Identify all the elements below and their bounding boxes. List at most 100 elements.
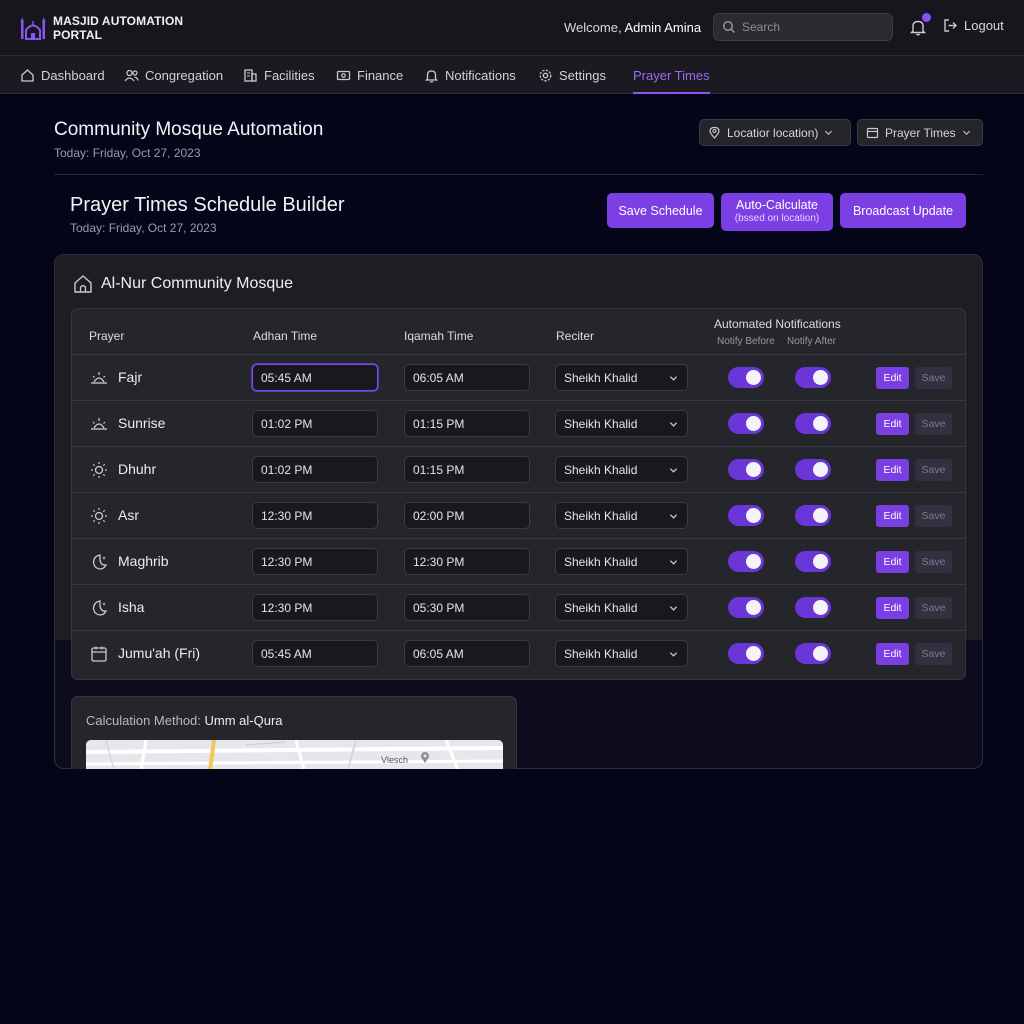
save-button[interactable]: Save — [915, 413, 952, 435]
adhan-time-input[interactable] — [252, 594, 378, 621]
search-icon — [722, 20, 735, 33]
save-button[interactable]: Save — [915, 367, 952, 389]
adhan-time-input[interactable] — [252, 502, 378, 529]
reciter-select[interactable]: Sheikh Khalid — [555, 364, 688, 391]
prayer-name: Isha — [118, 599, 145, 615]
notify-before-toggle[interactable] — [728, 413, 764, 434]
logout-button[interactable]: Logout — [943, 18, 1004, 33]
builder-date: Today: Friday, Oct 27, 2023 — [70, 221, 217, 235]
moon-icon — [92, 600, 108, 616]
adhan-time-input[interactable] — [252, 364, 378, 391]
logout-label: Logout — [964, 18, 1004, 33]
bell-icon — [424, 69, 439, 83]
column-header-reciter: Reciter — [556, 329, 595, 343]
save-button[interactable]: Save — [915, 643, 952, 665]
iqamah-time-input[interactable] — [404, 456, 530, 483]
iqamah-time-input[interactable] — [404, 364, 530, 391]
notify-before-toggle[interactable] — [728, 459, 764, 480]
edit-button[interactable]: Edit — [876, 459, 909, 481]
notify-after-toggle[interactable] — [795, 367, 831, 388]
nav-item-finance[interactable]: Finance — [336, 56, 403, 94]
notify-after-toggle[interactable] — [795, 413, 831, 434]
edit-button[interactable]: Edit — [876, 413, 909, 435]
save-button[interactable]: Save — [915, 505, 952, 527]
adhan-time-input[interactable] — [252, 548, 378, 575]
nav-item-prayer-times[interactable]: Prayer Times — [633, 56, 710, 94]
nav-item-dashboard[interactable]: Dashboard — [20, 56, 105, 94]
iqamah-time-input[interactable] — [404, 594, 530, 621]
save-button[interactable]: Save — [915, 597, 952, 619]
chevron-down-icon — [669, 468, 678, 473]
search-input[interactable] — [742, 20, 882, 34]
notify-after-toggle[interactable] — [795, 459, 831, 480]
edit-button[interactable]: Edit — [876, 551, 909, 573]
table-row: Maghrib Sheikh Khalid Edit Save — [72, 538, 965, 584]
notify-before-toggle[interactable] — [728, 597, 764, 618]
nav-item-facilities[interactable]: Facilities — [243, 56, 315, 94]
column-header-notify-before: Notify Before — [717, 336, 775, 347]
reciter-select[interactable]: Sheikh Khalid — [555, 456, 688, 483]
reciter-select[interactable]: Sheikh Khalid — [555, 502, 688, 529]
save-button[interactable]: Save — [915, 459, 952, 481]
user-name: Admin Amina — [624, 20, 702, 35]
chevron-down-icon — [962, 130, 970, 136]
main-nav: Dashboard Congregation Facilities Financ… — [0, 56, 1024, 94]
notify-before-toggle[interactable] — [728, 367, 764, 388]
location-map[interactable]: Vlesch — [86, 740, 503, 769]
adhan-time-input[interactable] — [252, 410, 378, 437]
iqamah-time-input[interactable] — [404, 548, 530, 575]
calendar-icon — [866, 127, 879, 139]
gear-icon — [539, 69, 552, 81]
nav-item-notifications[interactable]: Notifications — [424, 56, 516, 94]
notification-badge — [922, 13, 931, 22]
edit-button[interactable]: Edit — [876, 367, 909, 389]
adhan-time-input[interactable] — [252, 640, 378, 667]
iqamah-time-input[interactable] — [404, 640, 530, 667]
notify-after-toggle[interactable] — [795, 551, 831, 572]
brand-title: MASJID AUTOMATION PORTAL — [53, 14, 184, 42]
column-header-notifications: Automated Notifications — [714, 317, 841, 331]
table-row: Fajr Sheikh Khalid Edit Save — [72, 354, 965, 400]
notify-after-toggle[interactable] — [795, 643, 831, 664]
edit-button[interactable]: Edit — [876, 505, 909, 527]
iqamah-time-input[interactable] — [404, 410, 530, 437]
adhan-time-input[interactable] — [252, 456, 378, 483]
nav-item-settings[interactable]: Settings — [538, 56, 606, 94]
chevron-down-icon — [669, 422, 678, 427]
reciter-select[interactable]: Sheikh Khalid — [555, 410, 688, 437]
broadcast-update-button[interactable]: Broadcast Update — [840, 193, 966, 228]
reciter-select[interactable]: Sheikh Khalid — [555, 594, 688, 621]
chevron-down-icon — [669, 606, 678, 611]
header-divider — [54, 174, 983, 175]
users-icon — [124, 69, 139, 81]
builder-title: Prayer Times Schedule Builder — [70, 194, 345, 216]
location-dropdown[interactable]: Locatior location) — [699, 119, 851, 146]
nav-item-congregation[interactable]: Congregation — [124, 56, 223, 94]
search-box[interactable] — [713, 13, 893, 41]
notify-after-toggle[interactable] — [795, 597, 831, 618]
save-schedule-button[interactable]: Save Schedule — [607, 193, 714, 228]
notify-before-toggle[interactable] — [728, 505, 764, 526]
reciter-select[interactable]: Sheikh Khalid — [555, 640, 688, 667]
calendar-icon — [91, 646, 107, 662]
view-dropdown[interactable]: Prayer Times — [857, 119, 983, 146]
welcome-text: Welcome, Admin Amina — [564, 20, 702, 35]
edit-button[interactable]: Edit — [876, 597, 909, 619]
iqamah-time-input[interactable] — [404, 502, 530, 529]
sunrise-icon — [91, 418, 107, 430]
mosque-name: Al-Nur Community Mosque — [101, 275, 294, 292]
prayer-name: Jumu'ah (Fri) — [118, 645, 201, 661]
chevron-down-icon — [669, 560, 678, 565]
notify-after-toggle[interactable] — [795, 505, 831, 526]
location-pin-icon — [709, 126, 720, 139]
notify-before-toggle[interactable] — [728, 643, 764, 664]
save-button[interactable]: Save — [915, 551, 952, 573]
reciter-select[interactable]: Sheikh Khalid — [555, 548, 688, 575]
logout-icon — [944, 19, 957, 32]
prayer-name: Sunrise — [118, 415, 166, 431]
table-row: Sunrise Sheikh Khalid Edit Save — [72, 400, 965, 446]
auto-calculate-button[interactable]: Auto-Calculate (bssed on location) — [721, 193, 833, 231]
edit-button[interactable]: Edit — [876, 643, 909, 665]
notify-before-toggle[interactable] — [728, 551, 764, 572]
moon-icon — [92, 554, 108, 570]
